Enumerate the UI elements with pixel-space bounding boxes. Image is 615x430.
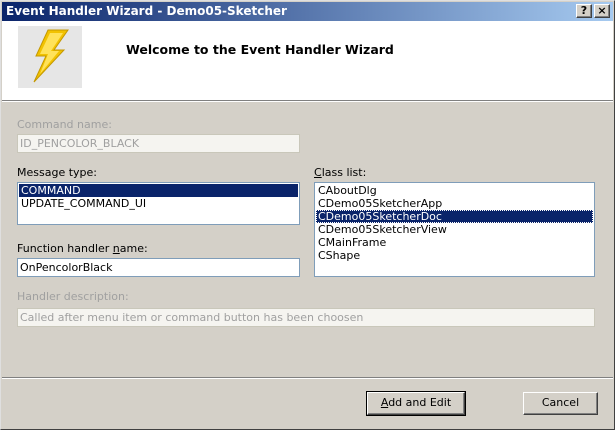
- event-handler-wizard-window: Event Handler Wizard - Demo05-Sketcher ?…: [0, 0, 615, 430]
- handler-description-field: Called after menu item or command button…: [17, 308, 595, 327]
- message-type-label: Message type:: [17, 166, 97, 179]
- lightning-bolt-icon: [33, 29, 69, 83]
- title-bar[interactable]: Event Handler Wizard - Demo05-Sketcher ?…: [2, 2, 613, 21]
- class-list-label-accel: C: [314, 166, 322, 179]
- class-list[interactable]: CAboutDlg CDemo05SketcherApp CDemo05Sket…: [314, 182, 595, 277]
- header-title: Welcome to the Event Handler Wizard: [126, 42, 394, 57]
- add-and-edit-rest: dd and Edit: [388, 396, 452, 409]
- command-name-label: Command name:: [17, 118, 112, 131]
- class-list-item[interactable]: CDemo05SketcherApp: [316, 197, 593, 210]
- class-list-item-selected[interactable]: CDemo05SketcherDoc: [316, 210, 593, 223]
- class-list-item[interactable]: CMainFrame: [316, 236, 593, 249]
- wizard-header: Welcome to the Event Handler Wizard: [2, 21, 613, 100]
- add-and-edit-button[interactable]: Add and Edit: [366, 391, 466, 416]
- handler-description-label: Handler description:: [17, 290, 129, 303]
- function-handler-label: Function handler name:: [17, 242, 148, 255]
- class-list-item[interactable]: CShape: [316, 249, 593, 262]
- class-list-item[interactable]: CAboutDlg: [316, 184, 593, 197]
- cancel-button[interactable]: Cancel: [523, 392, 598, 415]
- class-list-item[interactable]: CDemo05SketcherView: [316, 223, 593, 236]
- function-handler-name-field[interactable]: OnPencolorBlack: [17, 258, 300, 277]
- message-type-list[interactable]: COMMAND UPDATE_COMMAND_UI: [17, 182, 300, 225]
- function-handler-label-prefix: Function handler: [17, 242, 113, 255]
- header-divider: [2, 100, 613, 102]
- wizard-logo: [18, 26, 82, 88]
- function-handler-label-accel: n: [112, 242, 120, 255]
- command-name-field: ID_PENCOLOR_BLACK: [17, 134, 300, 153]
- function-handler-label-rest: ame:: [119, 242, 148, 255]
- message-type-item-update-command-ui[interactable]: UPDATE_COMMAND_UI: [19, 197, 298, 210]
- close-button[interactable]: ×: [594, 4, 610, 18]
- message-type-item-command[interactable]: COMMAND: [19, 184, 298, 197]
- class-list-label: Class list:: [314, 166, 366, 179]
- footer-divider: [2, 377, 613, 379]
- window-title: Event Handler Wizard - Demo05-Sketcher: [6, 4, 287, 18]
- help-button[interactable]: ?: [576, 4, 592, 18]
- class-list-label-rest: lass list:: [321, 166, 367, 179]
